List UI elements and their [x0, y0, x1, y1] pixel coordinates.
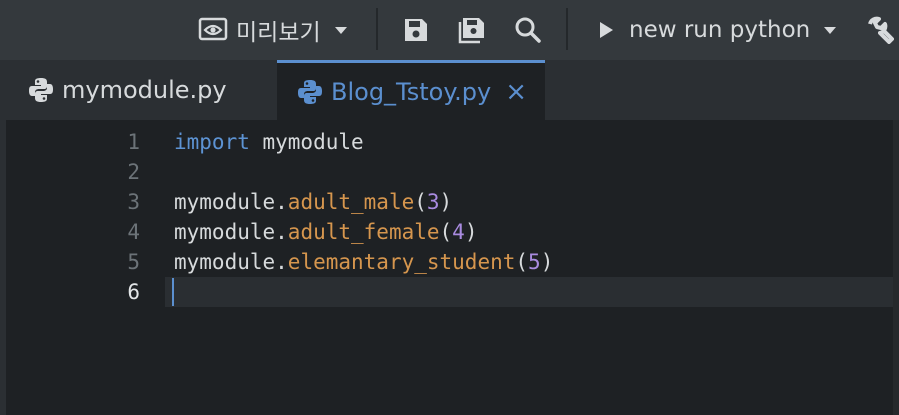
- python-file-icon: [297, 79, 323, 105]
- close-icon[interactable]: ×: [505, 77, 527, 107]
- code-text: mymodule.adult_male(3): [174, 187, 452, 217]
- toolbar-divider: [376, 8, 378, 50]
- code-editor[interactable]: 1 import mymodule 2 3 mymodule.adult_male(3)…: [6, 120, 899, 415]
- code-token: ): [439, 190, 453, 214]
- line-number: 3: [127, 190, 140, 214]
- tab-label: mymodule.py: [62, 76, 227, 104]
- code-line[interactable]: 4 mymodule.adult_female(4): [6, 217, 893, 247]
- code-token: adult_female: [287, 220, 440, 244]
- code-line[interactable]: 2: [6, 157, 893, 187]
- search-icon: [514, 16, 542, 44]
- preview-button[interactable]: 미리보기: [198, 0, 347, 60]
- code-token: import: [174, 130, 250, 154]
- code-token: (: [414, 190, 427, 214]
- code-text: import mymodule: [174, 127, 364, 157]
- code-line[interactable]: 3 mymodule.adult_male(3): [6, 187, 893, 217]
- settings-button[interactable]: [866, 0, 894, 60]
- vertical-scrollbar[interactable]: [893, 120, 899, 415]
- preview-label: 미리보기: [236, 20, 321, 46]
- tab-blog-tstoy[interactable]: Blog_Tstoy.py ×: [277, 60, 545, 120]
- search-button[interactable]: [514, 0, 542, 60]
- run-button[interactable]: new run python: [598, 0, 837, 60]
- code-text: mymodule.elemantary_student(5): [174, 247, 553, 277]
- code-token: ): [464, 220, 478, 244]
- line-number: 4: [127, 220, 140, 244]
- chevron-down-icon: [824, 26, 837, 34]
- save-all-icon: [458, 16, 486, 44]
- python-file-icon: [28, 77, 54, 103]
- tab-mymodule[interactable]: mymodule.py: [6, 60, 274, 120]
- code-text: mymodule.adult_female(4): [174, 217, 477, 247]
- save-icon: [403, 17, 429, 43]
- code-token: ): [540, 250, 554, 274]
- line-number: 6: [127, 280, 140, 304]
- chevron-down-icon: [334, 26, 347, 34]
- text-cursor: [172, 278, 174, 306]
- code-token: mymodule.: [174, 250, 288, 274]
- code-token: mymodule: [249, 130, 364, 154]
- code-token: (: [515, 250, 529, 274]
- code-line[interactable]: 5 mymodule.elemantary_student(5): [6, 247, 893, 277]
- eye-icon: [198, 17, 228, 43]
- code-token: elemantary_student: [287, 250, 516, 274]
- code-token: 5: [528, 250, 541, 274]
- toolbar: 미리보기 new run python: [0, 0, 899, 60]
- toolbar-divider: [566, 8, 568, 50]
- code-line[interactable]: 6: [6, 277, 893, 307]
- line-number: 1: [127, 130, 140, 154]
- run-label: new run python: [629, 17, 811, 43]
- code-token: 4: [452, 220, 465, 244]
- line-number: 5: [127, 250, 140, 274]
- code-token: (: [439, 220, 453, 244]
- tab-bar: mymodule.py Blog_Tstoy.py ×: [0, 60, 899, 120]
- line-number: 2: [127, 160, 140, 184]
- wrench-icon: [866, 16, 894, 44]
- code-token: mymodule.: [174, 220, 288, 244]
- code-line[interactable]: 1 import mymodule: [6, 127, 893, 157]
- code-token: adult_male: [287, 190, 415, 214]
- tab-label: Blog_Tstoy.py: [331, 77, 492, 106]
- code-token: 3: [426, 190, 440, 214]
- code-token: mymodule.: [174, 190, 288, 214]
- play-icon: [598, 21, 614, 39]
- save-button[interactable]: [403, 0, 429, 60]
- save-all-button[interactable]: [458, 0, 486, 60]
